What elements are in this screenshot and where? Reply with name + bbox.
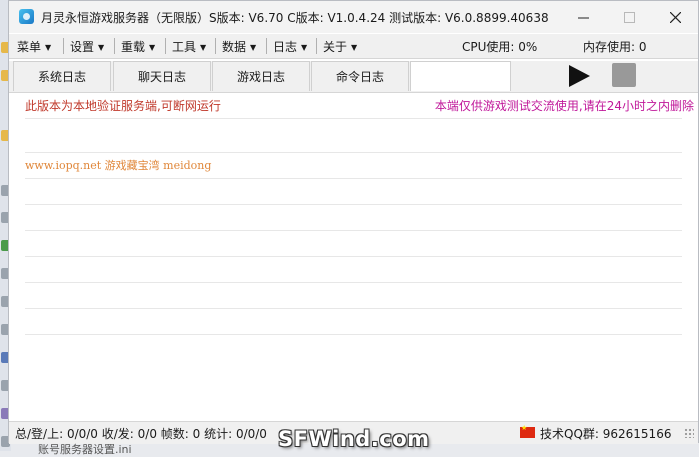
menu-label: 日志 [273,40,298,54]
caret-down-icon: ▼ [149,43,156,52]
resize-grip-icon[interactable] [684,428,694,438]
china-flag-icon [520,424,535,438]
menu-tools[interactable]: 工具 ▼ [172,38,206,55]
caret-down-icon: ▼ [250,43,257,52]
play-icon[interactable] [566,63,592,89]
maximize-icon [623,11,635,23]
title-bar[interactable]: 月灵永恒游戏服务器（无限版）S版本: V6.70 C版本: V1.0.4.24 … [9,1,698,33]
tab-system-log[interactable]: 系统日志 [13,61,111,91]
menu-label: 重载 [121,40,146,54]
close-button[interactable] [652,1,698,33]
window-title: 月灵永恒游戏服务器（无限版）S版本: V6.70 C版本: V1.0.4.24 … [41,11,549,25]
stop-button[interactable] [612,63,636,87]
menu-label: 工具 [172,40,197,54]
log-row [25,257,682,283]
log-text: www.iopq.net 游戏藏宝湾 meidong [25,159,212,172]
menu-separator [215,38,216,54]
menu-data[interactable]: 数据 ▼ [222,38,256,55]
tab-game-log[interactable]: 游戏日志 [212,61,310,91]
cpu-usage: CPU使用: 0% [462,40,538,54]
caret-down-icon: ▼ [98,43,105,52]
menu-separator [114,38,115,54]
app-window: 月灵永恒游戏服务器（无限版）S版本: V6.70 C版本: V1.0.4.24 … [8,0,699,444]
log-row [25,205,682,231]
desktop-file-name: 账号服务器设置.ini [38,443,132,456]
log-row [25,231,682,257]
menu-main[interactable]: 菜单 ▼ [17,38,51,55]
log-panel: 此版本为本地验证服务端,可断网运行 本端仅供游戏测试交流使用,请在24小时之内删… [9,92,698,416]
menu-separator [266,38,267,54]
log-text: 本端仅供游戏测试交流使用,请在24小时之内删除 [434,99,694,113]
log-row [25,309,682,335]
log-row [25,179,682,205]
tab-bar: 系统日志 聊天日志 游戏日志 命令日志 [9,61,698,92]
menu-label: 数据 [222,40,247,54]
caret-down-icon: ▼ [301,43,308,52]
watermark: SFWind.com [278,427,430,451]
menu-bar: 菜单 ▼ 设置 ▼ 重载 ▼ 工具 ▼ 数据 ▼ 日志 ▼ 关于 ▼ CPU使用: 0% 内存… [9,34,698,59]
menu-separator [63,38,64,54]
connection-stats: 总/登/上: 0/0/0 收/发: 0/0 帧数: 0 统计: 0/0/0 [15,427,267,441]
tab-chat-log[interactable]: 聊天日志 [113,61,211,91]
menu-about[interactable]: 关于 ▼ [323,38,357,55]
minimize-icon [577,17,589,18]
menu-log[interactable]: 日志 ▼ [273,38,307,55]
caret-down-icon: ▼ [45,43,52,52]
log-row [25,283,682,309]
menu-label: 关于 [323,40,348,54]
tab-command-log[interactable]: 命令日志 [311,61,409,91]
menu-label: 菜单 [17,40,42,54]
caret-down-icon: ▼ [200,43,207,52]
minimize-button[interactable] [560,1,606,33]
menu-label: 设置 [70,40,95,54]
close-icon [669,11,681,23]
app-icon [19,9,34,24]
menu-reload[interactable]: 重载 ▼ [121,38,155,55]
tab-blank [410,61,511,91]
caret-down-icon: ▼ [351,43,358,52]
log-row [25,127,682,153]
log-row: www.iopq.net 游戏藏宝湾 meidong [25,153,682,179]
log-row: 此版本为本地验证服务端,可断网运行 本端仅供游戏测试交流使用,请在24小时之内删… [25,93,694,119]
memory-usage: 内存使用: 0 [583,40,647,54]
menu-settings[interactable]: 设置 ▼ [70,38,104,55]
log-text: 此版本为本地验证服务端,可断网运行 [25,99,221,113]
menu-separator [165,38,166,54]
maximize-button[interactable] [606,1,652,33]
qq-group: 技术QQ群: 962615166 [540,427,672,441]
menu-separator [316,38,317,54]
